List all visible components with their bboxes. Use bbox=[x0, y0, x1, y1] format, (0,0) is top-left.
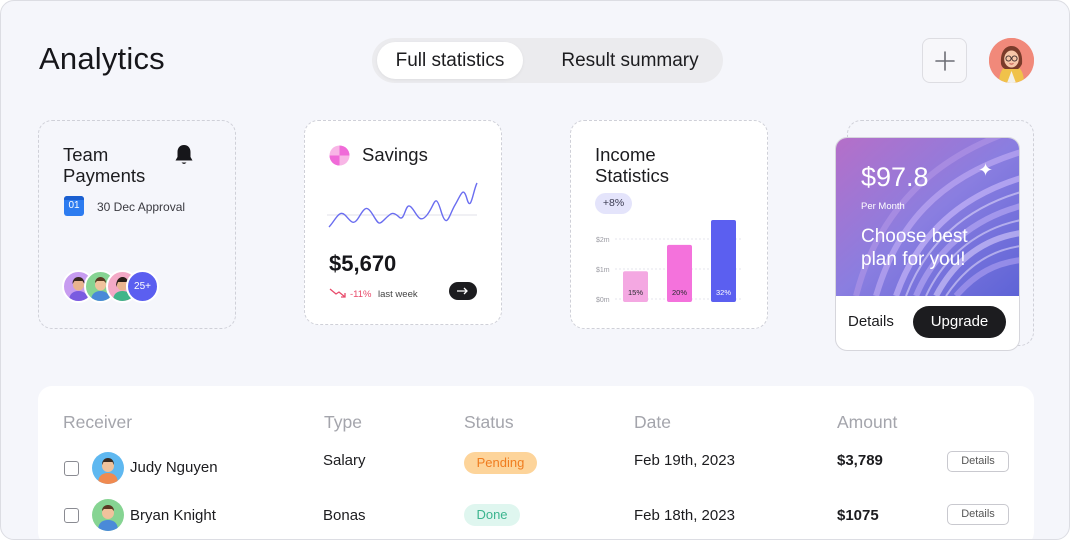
woman-avatar-icon bbox=[989, 38, 1034, 83]
payment-date: Feb 19th, 2023 bbox=[634, 452, 735, 469]
calendar-day: 01 bbox=[68, 200, 80, 211]
receiver-avatar bbox=[92, 499, 124, 531]
payment-type: Bonas bbox=[323, 507, 366, 524]
status-badge: Pending bbox=[464, 452, 537, 474]
income-bar-chart: $2m $1m $0m 15% 20% 32% bbox=[596, 220, 741, 304]
tab-result-summary[interactable]: Result summary bbox=[540, 42, 720, 79]
income-growth-badge: +8% bbox=[595, 193, 632, 214]
user-avatar[interactable] bbox=[989, 38, 1034, 83]
plus-icon bbox=[934, 50, 955, 71]
team-payments-title: Team Payments bbox=[63, 144, 146, 186]
y-tick-label: $2m bbox=[596, 237, 610, 244]
page-title: Analytics bbox=[39, 41, 165, 76]
team-avatars[interactable]: 25+ bbox=[62, 270, 162, 304]
app-window: Analytics Full statistics Result summary… bbox=[0, 0, 1070, 540]
promo-details-link[interactable]: Details bbox=[848, 313, 894, 330]
bar-value-label: 20% bbox=[672, 288, 687, 297]
upgrade-button[interactable]: Upgrade bbox=[913, 306, 1006, 338]
row-details-button[interactable]: Details bbox=[947, 504, 1009, 525]
promo-period: Per Month bbox=[861, 201, 905, 212]
savings-period: last week bbox=[378, 289, 418, 300]
status-badge: Done bbox=[464, 504, 520, 526]
column-header-status[interactable]: Status bbox=[464, 412, 514, 433]
income-bar[interactable] bbox=[623, 271, 648, 302]
payment-type: Salary bbox=[323, 452, 366, 469]
promo-price: $97.8 bbox=[861, 162, 929, 192]
calendar-icon: 01 bbox=[64, 196, 84, 216]
more-members-badge[interactable]: 25+ bbox=[126, 270, 159, 303]
bar-value-label: 15% bbox=[628, 288, 643, 297]
y-tick-label: $1m bbox=[596, 267, 610, 274]
approval-text: 30 Dec Approval bbox=[97, 200, 186, 214]
upgrade-promo-card: $97.8 ✦ Per Month Choose best plan for y… bbox=[835, 137, 1020, 351]
column-header-date[interactable]: Date bbox=[634, 412, 671, 433]
trend-down-icon bbox=[329, 288, 346, 298]
bar-value-label: 32% bbox=[716, 288, 731, 297]
bell-icon[interactable] bbox=[173, 143, 195, 167]
receiver-name: Bryan Knight bbox=[130, 507, 216, 524]
column-header-type[interactable]: Type bbox=[324, 412, 362, 433]
savings-amount: $5,670 bbox=[329, 251, 397, 276]
sparkle-icon: ✦ bbox=[978, 160, 994, 180]
savings-change: -11% bbox=[350, 289, 372, 300]
promo-headline: Choose best plan for you! bbox=[861, 226, 968, 270]
income-title: Income Statistics bbox=[595, 144, 670, 186]
savings-next-button[interactable] bbox=[449, 282, 477, 300]
savings-title: Savings bbox=[362, 144, 428, 165]
tab-full-statistics[interactable]: Full statistics bbox=[377, 42, 523, 79]
savings-sparkline bbox=[327, 182, 478, 228]
add-button[interactable] bbox=[922, 38, 967, 83]
y-tick-label: $0m bbox=[596, 297, 610, 304]
table-row[interactable]: Bryan Knight Bonas Done Feb 18th, 2023 $… bbox=[38, 494, 1034, 534]
row-details-button[interactable]: Details bbox=[947, 451, 1009, 472]
column-header-receiver[interactable]: Receiver bbox=[63, 412, 132, 433]
view-switcher: Full statistics Result summary bbox=[372, 38, 723, 83]
payment-date: Feb 18th, 2023 bbox=[634, 507, 735, 524]
payment-amount: $3,789 bbox=[837, 452, 883, 469]
arrow-right-icon bbox=[457, 287, 468, 295]
receiver-name: Judy Nguyen bbox=[130, 459, 218, 476]
table-row[interactable]: Judy Nguyen Salary Pending Feb 19th, 202… bbox=[38, 446, 1034, 490]
row-checkbox[interactable] bbox=[64, 508, 79, 523]
payment-amount: $1075 bbox=[837, 507, 879, 524]
pie-chart-icon bbox=[329, 145, 350, 166]
receiver-avatar bbox=[92, 452, 124, 484]
column-header-amount[interactable]: Amount bbox=[837, 412, 897, 433]
row-checkbox[interactable] bbox=[64, 461, 79, 476]
